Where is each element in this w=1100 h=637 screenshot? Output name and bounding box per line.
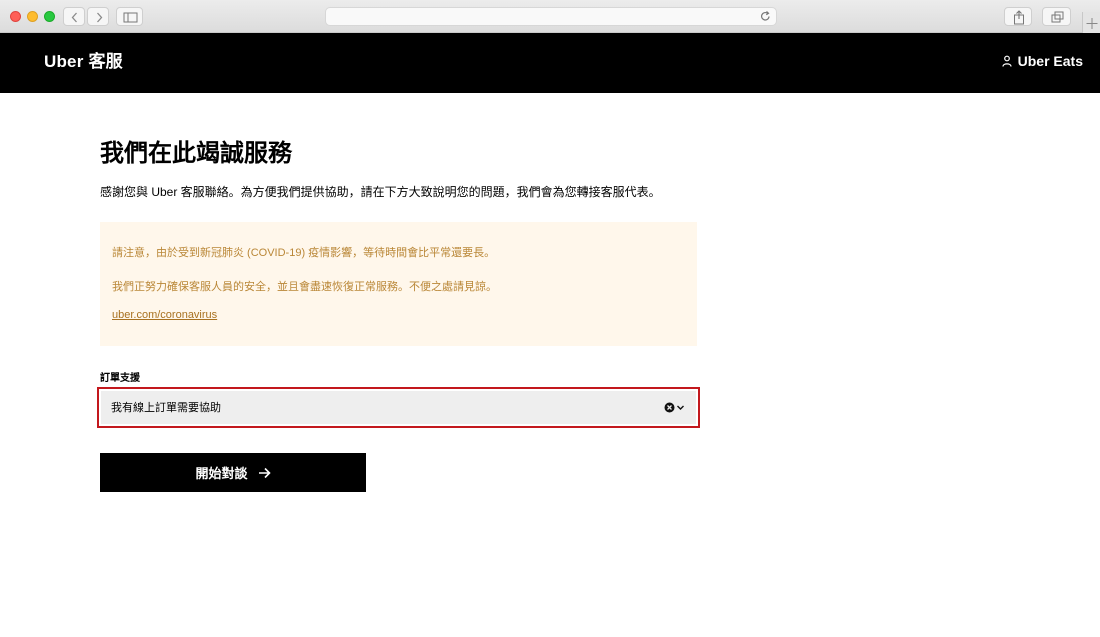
chevron-left-icon bbox=[71, 12, 77, 23]
chevron-down-icon[interactable] bbox=[676, 402, 685, 413]
sidebar-button[interactable] bbox=[116, 7, 143, 26]
share-icon bbox=[1014, 10, 1024, 25]
notice-line-2: 我們正努力確保客服人員的安全，並且會盡速恢復正常服務。不便之處請見諒。 bbox=[112, 281, 497, 293]
start-chat-button[interactable]: 開始對談 bbox=[100, 453, 366, 492]
tabs-icon bbox=[1051, 11, 1064, 23]
tabs-button[interactable] bbox=[1042, 7, 1071, 26]
page-title: 我們在此竭誠服務 bbox=[100, 140, 292, 167]
back-button[interactable] bbox=[63, 7, 85, 26]
support-select-box[interactable]: 我有線上訂單需要協助 bbox=[101, 391, 696, 424]
support-field-label: 訂單支援 bbox=[100, 373, 140, 384]
start-chat-label: 開始對談 bbox=[195, 466, 248, 481]
share-button[interactable] bbox=[1004, 7, 1032, 26]
notice-line-1: 請注意，由於受到新冠肺炎 (COVID-19) 疫情影響，等待時間會比平常還要長… bbox=[112, 247, 496, 259]
coronavirus-link[interactable]: uber.com/coronavirus bbox=[112, 308, 217, 322]
site-header: Uber 客服 Uber Eats bbox=[0, 33, 1100, 93]
plus-icon bbox=[1086, 18, 1098, 29]
forward-button[interactable] bbox=[87, 7, 109, 26]
chevron-right-icon bbox=[97, 12, 103, 23]
sidebar-icon bbox=[123, 12, 138, 23]
address-bar[interactable] bbox=[325, 7, 777, 26]
covid-notice: 請注意，由於受到新冠肺炎 (COVID-19) 疫情影響，等待時間會比平常還要長… bbox=[100, 222, 697, 346]
page-subtitle: 感謝您與 Uber 客服聯絡。為方便我們提供協助，請在下方大致說明您的問題，我們… bbox=[100, 185, 661, 199]
uber-eats-link[interactable]: Uber Eats bbox=[1002, 51, 1083, 71]
close-window-button[interactable] bbox=[10, 11, 21, 22]
reload-icon[interactable] bbox=[759, 10, 772, 23]
clear-circle-icon[interactable] bbox=[664, 402, 675, 413]
support-select[interactable]: 我有線上訂單需要協助 bbox=[97, 387, 700, 428]
zoom-window-button[interactable] bbox=[44, 11, 55, 22]
browser-toolbar bbox=[0, 0, 1100, 33]
brand-logo[interactable]: Uber 客服 bbox=[44, 52, 123, 72]
arrow-right-icon bbox=[258, 467, 271, 478]
new-tab-button[interactable] bbox=[1082, 12, 1100, 33]
minimize-window-button[interactable] bbox=[27, 11, 38, 22]
user-icon bbox=[1002, 55, 1012, 67]
uber-eats-label: Uber Eats bbox=[1017, 53, 1083, 69]
support-select-value: 我有線上訂單需要協助 bbox=[111, 402, 221, 414]
